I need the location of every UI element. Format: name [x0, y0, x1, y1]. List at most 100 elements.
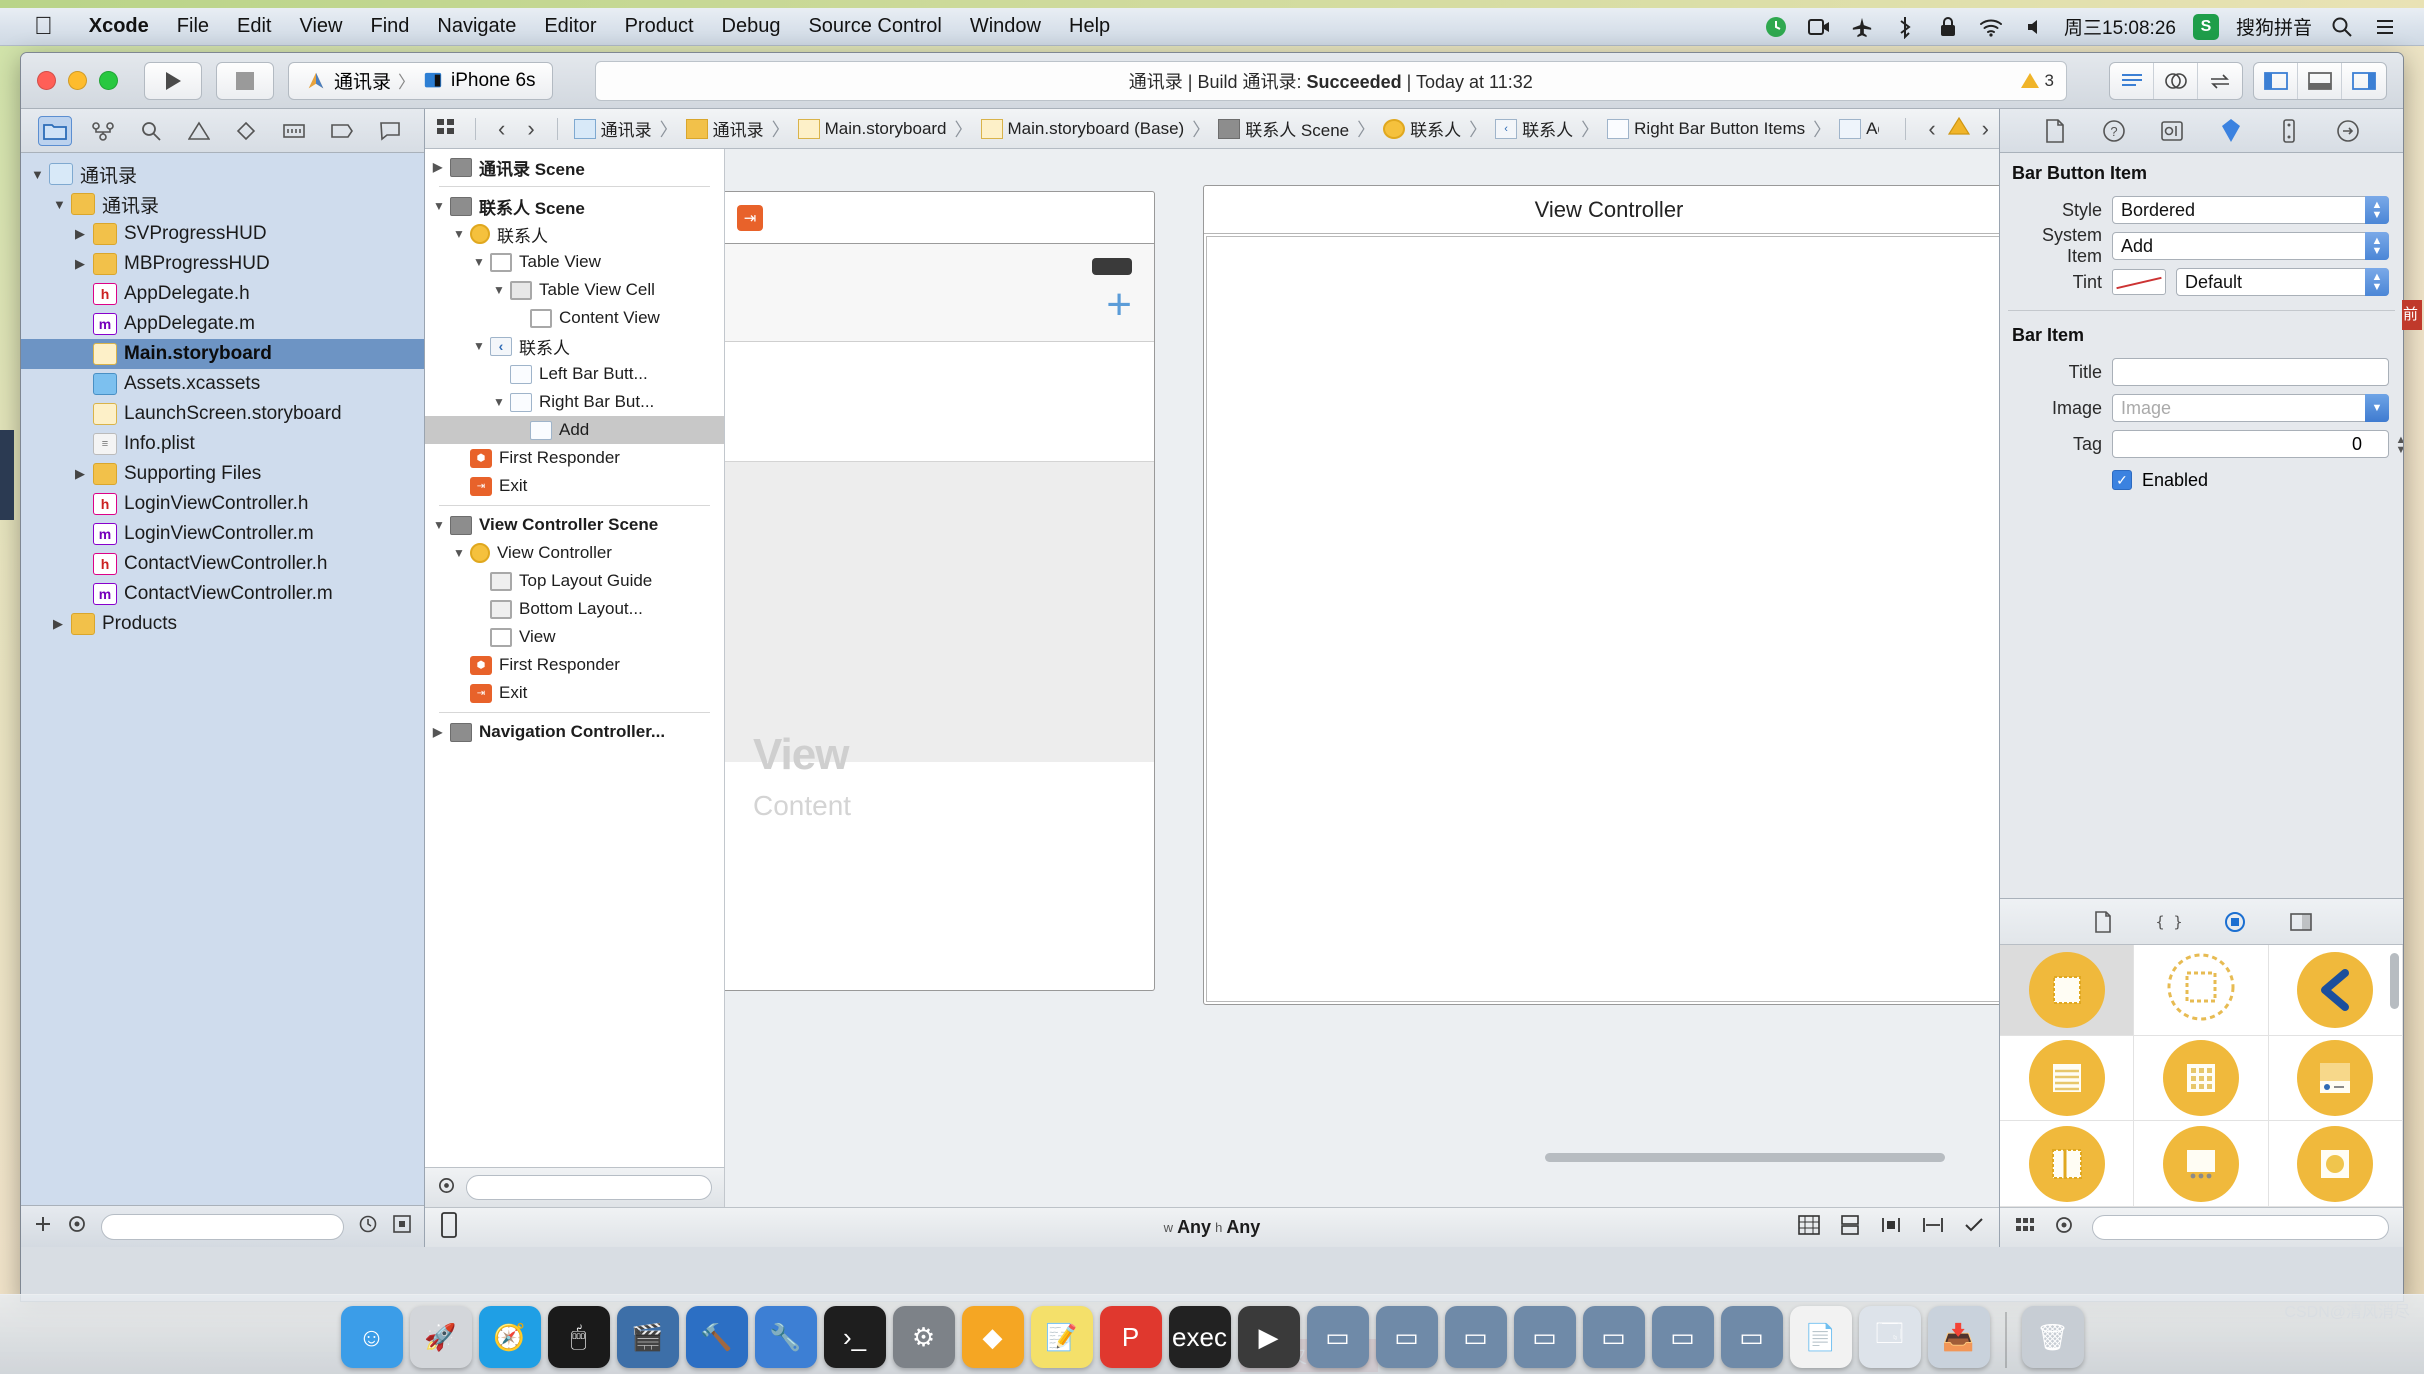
navigator-row[interactable]: ▶ MBProgressHUD: [21, 249, 424, 279]
disclosure-triangle-open-icon[interactable]: ▼: [473, 339, 490, 353]
project-navigator-tab[interactable]: [37, 115, 72, 146]
sogou-icon[interactable]: S: [2192, 13, 2219, 40]
embed-in-icon[interactable]: [1839, 1214, 1861, 1241]
object-library-tab[interactable]: [2220, 909, 2250, 935]
disclosure-triangle-closed-icon[interactable]: ▶: [433, 160, 450, 174]
outline-row[interactable]: ▶ 通讯录 Scene: [425, 153, 724, 181]
library-grid-view-icon[interactable]: [2014, 1215, 2036, 1240]
breakpoint-navigator-tab[interactable]: [325, 116, 359, 146]
disclosure-triangle-open-icon[interactable]: ▼: [493, 395, 510, 409]
dock-item-downloads[interactable]: 📥: [1927, 1306, 1990, 1368]
outline-row[interactable]: ▼ Table View Cell: [425, 276, 724, 304]
menubar-item-source-control[interactable]: Source Control: [794, 15, 955, 38]
disclosure-triangle-closed-icon[interactable]: ▶: [75, 226, 93, 242]
file-template-library-tab[interactable]: [2088, 909, 2118, 935]
menubar-item-edit[interactable]: Edit: [223, 15, 285, 38]
disclosure-triangle-open-icon[interactable]: ▼: [473, 255, 490, 269]
inspector-system-item-select[interactable]: Add ▲ ▼: [2112, 232, 2389, 260]
editor-mode-segmented-control[interactable]: [2109, 61, 2243, 100]
outline-row[interactable]: ▶⬢First Responder: [425, 651, 724, 679]
outline-row[interactable]: ▼ View Controller Scene: [425, 511, 724, 539]
scene-navigation-bar[interactable]: +: [725, 244, 1154, 342]
library-item-storyboard-reference-object[interactable]: [2134, 945, 2269, 1036]
filter-source-control-icon[interactable]: [392, 1214, 412, 1239]
minimize-window-button[interactable]: [68, 71, 87, 90]
dock-item-window-4[interactable]: ▭: [1513, 1306, 1576, 1368]
navigator-row[interactable]: ▼ 通讯录: [21, 189, 424, 219]
size-class-indicator[interactable]: w Any h Any: [1164, 1217, 1261, 1238]
chevron-down-icon[interactable]: ▼: [2365, 394, 2389, 422]
attributes-inspector-tab[interactable]: [2215, 117, 2247, 145]
outline-row-selected[interactable]: ▶Add: [425, 416, 724, 444]
scheme-selector[interactable]: 通讯录 〉 iPhone 6s: [288, 61, 553, 100]
inspector-title-input[interactable]: [2112, 358, 2389, 386]
library-item-navigation-controller-object[interactable]: [2268, 945, 2403, 1036]
navigator-row[interactable]: ▶LaunchScreen.storyboard: [21, 399, 424, 429]
storyboard-canvas[interactable]: ⇥ + View Content View Controller: [725, 149, 1999, 1207]
dock-item-document-2[interactable]: 🗔: [1858, 1306, 1921, 1368]
disclosure-triangle-open-icon[interactable]: ▼: [433, 518, 450, 532]
disclosure-triangle-closed-icon[interactable]: ▶: [53, 616, 71, 632]
library-item-view-controller-object[interactable]: [2000, 945, 2135, 1036]
source-control-navigator-tab[interactable]: [86, 116, 120, 146]
add-bar-button-item[interactable]: +: [1106, 283, 1132, 327]
report-navigator-tab[interactable]: [373, 116, 407, 146]
menubar-item-xcode[interactable]: Xcode: [75, 15, 163, 38]
close-window-button[interactable]: [37, 71, 56, 90]
view-toggle-segmented-control[interactable]: [2253, 61, 2387, 100]
previous-issue-button[interactable]: ‹: [1928, 116, 1935, 142]
apple-menu-icon[interactable]: : [34, 14, 53, 39]
navigator-row-selected[interactable]: ▶Main.storyboard: [21, 339, 424, 369]
dock-item-window-1[interactable]: ▭: [1306, 1306, 1369, 1368]
run-button[interactable]: [144, 61, 202, 100]
pin-icon[interactable]: [1921, 1215, 1945, 1240]
screen-recording-icon[interactable]: [1806, 14, 1832, 40]
dock-item-notes[interactable]: 📝: [1030, 1306, 1093, 1368]
debug-navigator-tab[interactable]: [277, 116, 311, 146]
view-controller-scene[interactable]: View Controller: [1203, 185, 1999, 1005]
filter-recent-icon[interactable]: [67, 1214, 87, 1239]
window-traffic-lights[interactable]: [37, 71, 118, 90]
library-item-glkit-view-controller-object[interactable]: [2268, 1121, 2403, 1207]
add-file-icon[interactable]: [33, 1214, 53, 1239]
disclosure-triangle-open-icon[interactable]: ▼: [31, 167, 49, 182]
outline-row[interactable]: ▶⇥Exit: [425, 472, 724, 500]
quick-help-inspector-tab[interactable]: ?: [2098, 117, 2130, 145]
breadcrumb-item-7[interactable]: ‹ 联系人: [1491, 116, 1577, 141]
breadcrumb-item-8[interactable]: Right Bar Button Items: [1603, 118, 1809, 139]
menubar-item-file[interactable]: File: [163, 15, 223, 38]
dock-item-document-1[interactable]: 📄: [1789, 1306, 1852, 1368]
outline-row[interactable]: ▶View: [425, 623, 724, 651]
stepper-chevron-icon[interactable]: ▲▼: [2392, 431, 2403, 459]
menubar-clock[interactable]: 周三15:08:26: [2064, 13, 2176, 40]
navigator-filter-input[interactable]: [101, 1213, 344, 1240]
breadcrumb-item-3[interactable]: Main.storyboard: [794, 118, 951, 139]
disclosure-triangle-open-icon[interactable]: ▼: [53, 197, 71, 212]
outline-row[interactable]: ▼ Right Bar But...: [425, 388, 724, 416]
stop-button[interactable]: [216, 61, 274, 100]
dock-item-window-3[interactable]: ▭: [1444, 1306, 1507, 1368]
version-editor-button[interactable]: [2198, 63, 2242, 99]
breadcrumb-item-5[interactable]: 联系人 Scene: [1214, 116, 1353, 141]
dock-item-window-5[interactable]: ▭: [1582, 1306, 1645, 1368]
dock-item-trash[interactable]: 🗑: [2021, 1306, 2084, 1368]
navigator-row[interactable]: ▶hAppDelegate.h: [21, 279, 424, 309]
lock-icon[interactable]: [1935, 14, 1961, 40]
library-item-split-view-controller-object[interactable]: [2000, 1121, 2135, 1207]
inspector-image-select[interactable]: Image ▼: [2112, 394, 2389, 422]
library-item-collection-view-controller-object[interactable]: [2134, 1035, 2269, 1122]
stepper-chevron-icon[interactable]: ▲▼: [2365, 196, 2389, 224]
navigator-row[interactable]: ▶≡Info.plist: [21, 429, 424, 459]
airplane-mode-icon[interactable]: [1849, 14, 1875, 40]
outline-row[interactable]: ▼ Table View: [425, 248, 724, 276]
library-item-table-view-controller-object[interactable]: [2000, 1035, 2135, 1122]
stepper-chevron-icon[interactable]: ▲▼: [2365, 232, 2389, 260]
table-view-area[interactable]: [725, 462, 1154, 762]
inspector-tint-select[interactable]: Default ▲ ▼: [2176, 268, 2389, 296]
outline-row[interactable]: ▼ 联系人 Scene: [425, 192, 724, 220]
disclosure-triangle-open-icon[interactable]: ▼: [493, 283, 510, 297]
dock-item-xcode-beta[interactable]: 🔧: [754, 1306, 817, 1368]
outline-row[interactable]: ▶⬢First Responder: [425, 444, 724, 472]
disclosure-triangle-closed-icon[interactable]: ▶: [433, 725, 450, 739]
symbol-navigator-tab[interactable]: [134, 116, 168, 146]
